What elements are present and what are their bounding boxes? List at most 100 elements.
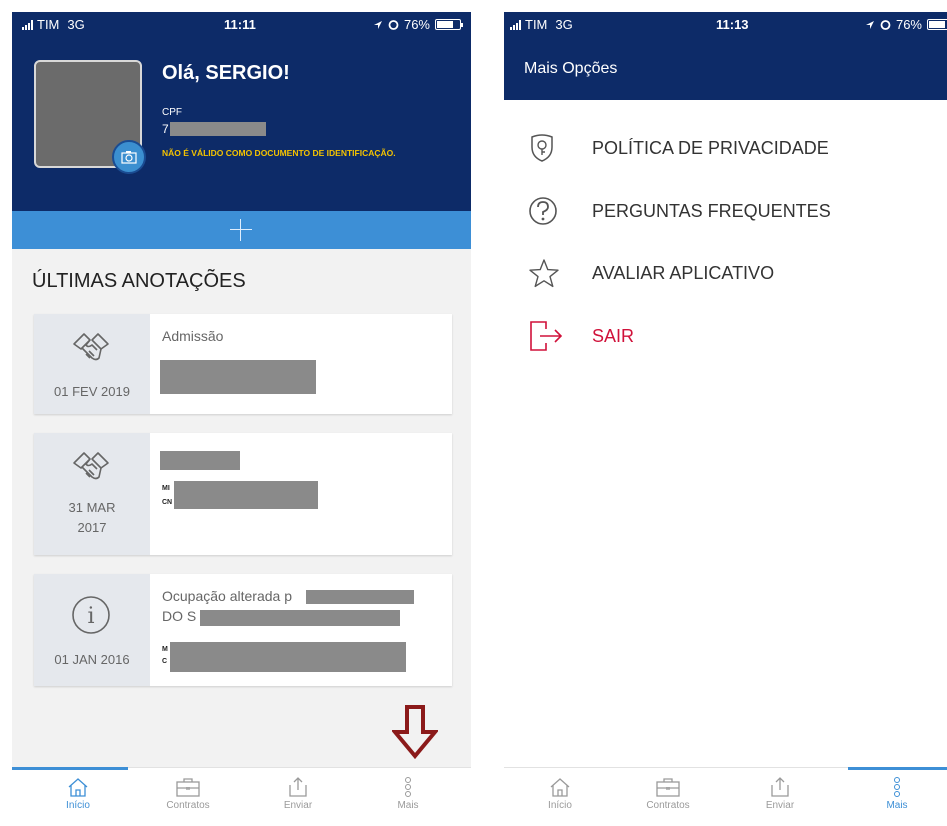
info-icon: i [72,596,110,634]
more-icon [405,777,411,797]
annotation-date-column: 01 FEV 2019 [34,314,150,414]
annotation-title: Admissão [162,328,224,344]
battery-icon [435,19,463,30]
menu-item-logout[interactable]: SAIR [528,318,728,354]
battery-icon [927,19,947,30]
change-photo-button[interactable] [112,140,146,174]
tab-label: Mais [397,800,419,811]
annotation-detail-label: M [162,646,168,653]
status-bar: TIM 3G 11:13 76% [504,12,947,38]
tab-label: Contratos [166,800,210,811]
annotation-card[interactable]: i 01 JAN 2016 Ocupação alterada p DO S M… [34,574,452,686]
status-time: 11:11 [224,17,256,32]
plus-icon [228,217,254,243]
annotation-card[interactable]: 01 FEV 2019 Admissão [34,314,452,414]
tab-bar: Início Contratos Enviar Mais [12,767,471,826]
tab-label: Contratos [646,800,690,811]
tab-label: Enviar [283,800,313,811]
id-warning: NÃO É VÁLIDO COMO DOCUMENTO DE IDENTIFIC… [162,148,396,158]
redacted-text [170,642,406,672]
tab-contratos[interactable]: Contratos [628,776,708,811]
active-tab-indicator [848,767,947,770]
redacted-cpf [170,122,266,136]
shield-lock-icon [531,134,553,162]
active-tab-indicator [12,767,128,770]
tab-label: Mais [886,800,908,811]
annotation-date: 01 JAN 2016 [54,652,130,667]
alarm-icon [880,20,891,30]
tab-mais[interactable]: Mais [368,776,448,811]
status-time: 11:13 [716,17,749,32]
briefcase-icon [656,778,680,797]
star-icon [529,259,559,288]
add-annotation-bar[interactable] [12,211,471,249]
redacted-text [174,481,318,509]
carrier-label: TIM [525,17,548,32]
location-icon [865,20,874,29]
annotation-date: 01 FEV 2019 [54,384,130,399]
question-icon [529,197,557,225]
battery-percent: 76% [403,17,430,32]
home-icon [550,778,570,797]
tab-bar: Início Contratos Enviar Mais [504,767,947,826]
annotation-detail-label: CN [162,499,173,506]
menu-item-label: PERGUNTAS FREQUENTES [592,201,831,221]
tab-enviar[interactable]: Enviar [740,776,820,811]
redacted-text [306,590,414,604]
menu-item-label: POLÍTICA DE PRIVACIDADE [592,138,829,158]
location-icon [373,20,382,29]
menu-item-label: AVALIAR APLICATIVO [592,263,775,283]
redacted-text [160,360,316,394]
battery-fill [929,21,945,28]
annotation-body: MI CN [150,433,452,555]
menu-item-privacy-policy[interactable]: POLÍTICA DE PRIVACIDADE [528,130,888,166]
tab-inicio[interactable]: Início [520,776,600,811]
annotation-year: 2017 [77,520,107,535]
arrow-down-icon [392,705,438,760]
profile-header: TIM 3G 11:11 76% Olá, SERGIO! CPF 7 NÃO … [12,12,471,211]
battery-percent: 76% [895,17,922,32]
camera-icon [121,151,137,164]
tab-enviar[interactable]: Enviar [258,776,338,811]
redacted-title [160,451,240,470]
upload-icon [289,777,307,797]
more-icon [894,777,900,797]
options-header: TIM 3G 11:13 76% Mais Opções [504,12,947,100]
tab-mais[interactable]: Mais [857,776,937,811]
cpf-value: 7 [162,122,169,136]
battery-fill [437,21,453,28]
page-title: Mais Opções [524,60,618,77]
menu-item-label: SAIR [592,326,635,346]
tab-label: Início [548,800,572,811]
home-screen: TIM 3G 11:11 76% Olá, SERGIO! CPF 7 NÃO … [12,12,471,826]
cpf-label: CPF [162,107,182,118]
annotation-date-column: i 01 JAN 2016 [34,574,150,686]
annotation-title-line2: DO S [162,608,197,624]
signal-icon [510,19,521,30]
svg-text:i: i [87,604,94,629]
tab-contratos[interactable]: Contratos [148,776,228,811]
section-title: ÚLTIMAS ANOTAÇÕES [32,270,246,292]
annotation-card[interactable]: 31 MAR 2017 MI CN [34,433,452,555]
tab-label: Início [66,800,90,811]
menu-item-faq[interactable]: PERGUNTAS FREQUENTES [528,193,888,229]
more-options-screen: TIM 3G 11:13 76% Mais Opções POLÍTICA DE… [504,12,947,826]
handshake-icon [73,333,109,361]
redacted-text [200,610,400,626]
annotation-body: Ocupação alterada p DO S M C [150,574,452,686]
tab-inicio[interactable]: Início [38,776,118,811]
greeting: Olá, SERGIO! [162,62,290,84]
carrier-label: TIM [37,17,60,32]
status-bar: TIM 3G 11:11 76% [12,12,471,38]
annotation-detail-label: MI [162,485,170,492]
annotation-date: 31 MAR [68,500,116,515]
menu-item-rate-app[interactable]: AVALIAR APLICATIVO [528,255,888,291]
upload-icon [771,777,789,797]
alarm-icon [388,20,399,30]
signal-icon [22,19,33,30]
annotation-detail-label: C [162,658,168,665]
handshake-icon [73,452,109,480]
annotation-title: Ocupação alterada p [162,588,292,604]
annotation-date-column: 31 MAR 2017 [34,433,150,555]
network-label: 3G [67,17,85,32]
